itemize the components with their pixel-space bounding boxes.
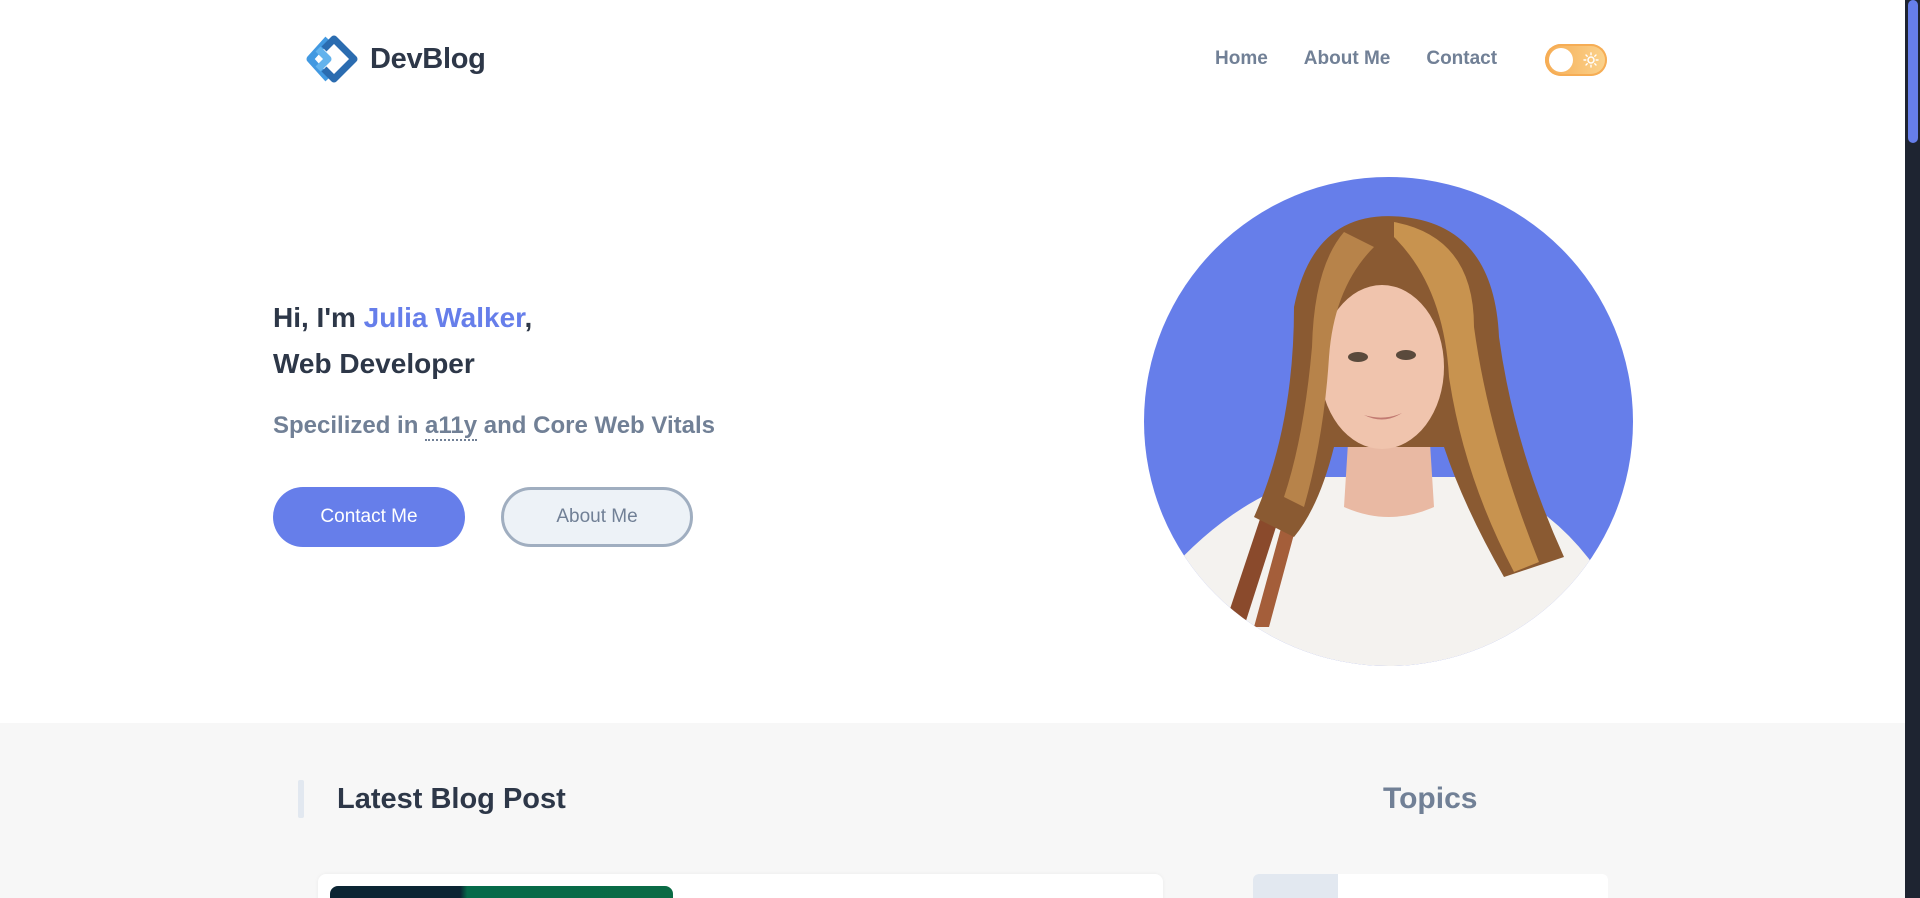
latest-post-card[interactable] — [318, 874, 1163, 898]
topic-thumbnail — [1253, 874, 1338, 898]
main-nav: Home About Me Contact — [1215, 44, 1533, 74]
site-header: DevBlog Home About Me Contact — [0, 0, 1905, 118]
nav-link-home[interactable]: Home — [1215, 44, 1268, 74]
blog-section: Latest Blog Post Topics — [0, 723, 1905, 898]
hero-subtitle: Specilized in a11y and Core Web Vitals — [273, 409, 715, 443]
scrollbar-thumb[interactable] — [1908, 0, 1918, 143]
theme-toggle[interactable] — [1545, 44, 1607, 76]
subtitle-prefix: Specilized in — [273, 412, 426, 439]
topic-card[interactable] — [1253, 874, 1608, 898]
section-accent-bar — [298, 780, 304, 818]
hero-heading: Hi, I'm Julia Walker, Web Developer — [273, 295, 532, 387]
sun-icon — [1583, 52, 1599, 68]
author-role: Web Developer — [273, 348, 475, 379]
author-portrait — [1144, 177, 1633, 666]
greeting-prefix: Hi, I'm — [273, 302, 364, 333]
greeting-suffix: , — [524, 302, 533, 333]
post-thumbnail — [330, 886, 673, 898]
latest-blog-post-heading: Latest Blog Post — [337, 783, 566, 815]
devblog-logo-icon — [306, 35, 358, 83]
nav-link-about-me[interactable]: About Me — [1304, 44, 1391, 74]
toggle-knob — [1549, 48, 1573, 72]
nav-link-contact[interactable]: Contact — [1426, 44, 1497, 74]
page-scrollbar[interactable] — [1905, 0, 1920, 898]
topics-heading: Topics — [1383, 782, 1478, 815]
contact-me-button[interactable]: Contact Me — [273, 487, 465, 547]
hero-section: Hi, I'm Julia Walker, Web Developer Spec… — [0, 118, 1905, 723]
author-name: Julia Walker — [363, 302, 525, 333]
portrait-image — [1144, 216, 1633, 666]
site-logo[interactable]: DevBlog — [298, 33, 486, 85]
about-me-button[interactable]: About Me — [501, 487, 693, 547]
subtitle-suffix: and Core Web Vitals — [477, 412, 715, 439]
a11y-abbreviation[interactable]: a11y — [425, 412, 478, 441]
site-name: DevBlog — [370, 42, 486, 75]
